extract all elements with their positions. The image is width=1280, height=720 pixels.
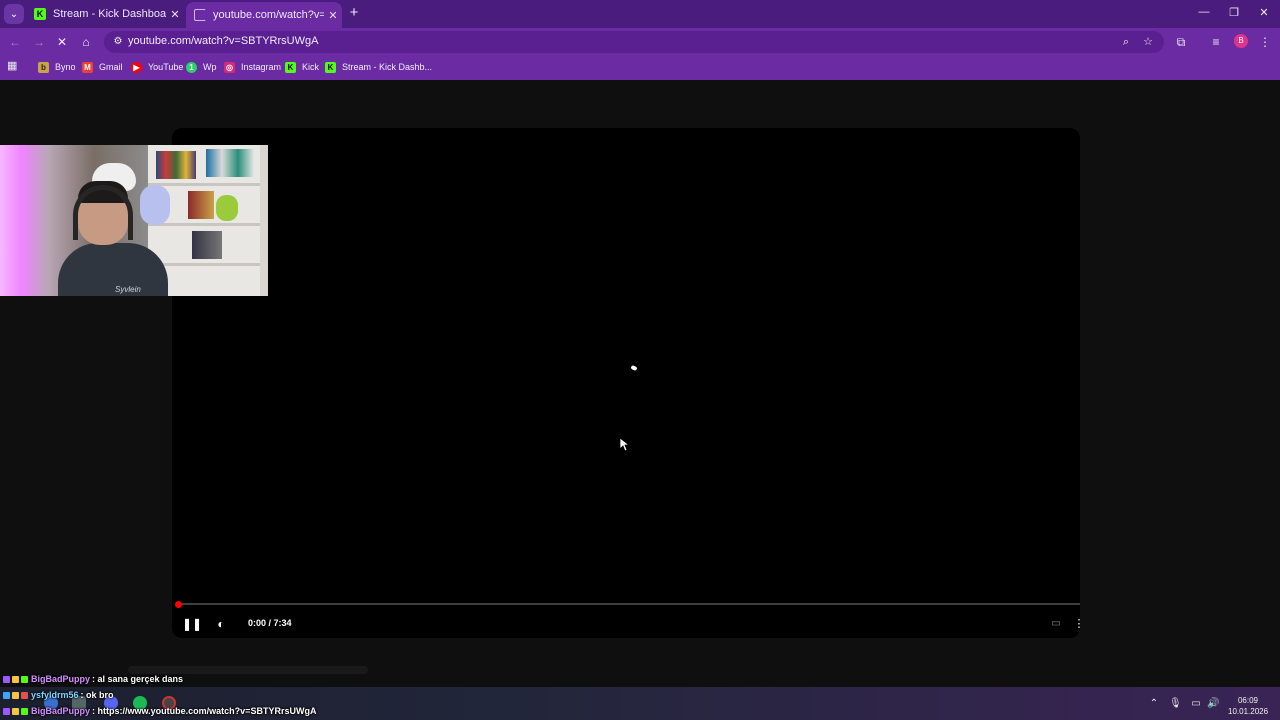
time-display: 0:00 / 7:34	[248, 618, 292, 628]
bookmark-label: Gmail	[99, 62, 123, 72]
chat-text: : al sana gerçek dans	[92, 674, 184, 684]
bookmark-star-icon[interactable]: ☆	[1141, 35, 1155, 49]
microphone-icon[interactable]: 🎙	[1169, 698, 1182, 710]
bookmark-label: YouTube	[148, 62, 184, 72]
bookmark-kick-dashboard[interactable]: K Stream - Kick Dashb...	[325, 60, 432, 74]
chat-text: : ok bro	[80, 690, 114, 700]
chat-username: BigBadPuppy	[31, 674, 91, 684]
stop-loading-icon[interactable]: ✕	[53, 33, 71, 51]
bookmark-whatsapp[interactable]: 1 Wp	[186, 60, 217, 74]
tab-search-button[interactable]: ⌄	[4, 4, 24, 24]
back-icon[interactable]: ←	[6, 33, 24, 51]
home-icon[interactable]: ⌂	[77, 33, 95, 51]
close-tab-icon[interactable]: ✕	[324, 9, 342, 22]
headset	[73, 185, 133, 240]
chat-username: ysfyldrm56	[31, 690, 79, 700]
media-control-icon[interactable]: ≡	[1207, 33, 1225, 51]
restore-icon[interactable]: ❐	[1224, 6, 1244, 19]
url-text[interactable]: youtube.com/watch?v=SBTYRrsUWgA	[128, 35, 318, 47]
taskbar-clock[interactable]: 06:09 10.01.2026	[1228, 695, 1268, 717]
extensions-icon[interactable]: ⧉	[1172, 33, 1190, 51]
subtitles-icon[interactable]: ▭	[1048, 616, 1064, 632]
site-info-icon[interactable]: ⚙	[111, 35, 125, 49]
address-bar[interactable]: ⚙ youtube.com/watch?v=SBTYRrsUWgA ⌕ ☆	[104, 31, 1164, 53]
apps-grid-icon[interactable]: ▦	[7, 60, 19, 72]
shirt-text: Syvlein	[115, 285, 141, 294]
tab-title: Stream - Kick Dashboard	[53, 8, 166, 20]
tab-strip: ⌄ K Stream - Kick Dashboard ✕ youtube.co…	[0, 0, 1280, 28]
chat-message: BigBadPuppy : https://www.youtube.com/wa…	[0, 704, 316, 718]
cactus-toy	[216, 195, 238, 221]
browser-toolbar: ← → ✕ ⌂ ⚙ youtube.com/watch?v=SBTYRrsUWg…	[0, 28, 1280, 56]
video-player[interactable]	[172, 128, 1080, 638]
bookmark-gmail[interactable]: M Gmail	[82, 60, 123, 74]
minimize-icon[interactable]: —	[1194, 6, 1214, 18]
chat-message: BigBadPuppy : al sana gerçek dans	[0, 672, 183, 686]
byno-icon: b	[38, 61, 49, 73]
instagram-icon: ◎	[224, 61, 235, 73]
new-tab-button[interactable]: +	[346, 5, 362, 21]
chat-username: BigBadPuppy	[31, 706, 91, 716]
loading-icon	[194, 9, 206, 21]
bookmark-youtube[interactable]: ▶ YouTube	[131, 60, 183, 74]
bookmark-label: Instagram	[241, 62, 282, 72]
bookmark-instagram[interactable]: ◎ Instagram	[224, 60, 281, 74]
bookmark-label: Wp	[203, 62, 217, 72]
bookmark-kick[interactable]: K Kick	[285, 60, 319, 74]
speaker-icon[interactable]: 🔊	[1207, 698, 1219, 710]
tab-title: youtube.com/watch?v=SBTYRrs	[213, 9, 324, 21]
person-torso	[58, 243, 168, 296]
clock-time: 06:09	[1237, 696, 1259, 705]
bookmarks-bar: ▦ b Byno M Gmail ▶ YouTube 1 Wp ◎ Instag…	[0, 56, 1280, 78]
bookmark-label: Stream - Kick Dashb...	[342, 62, 433, 72]
bookmark-label: Byno	[55, 62, 76, 72]
volume-icon[interactable]: ◐	[213, 616, 229, 632]
webcam-overlay: Syvlein	[0, 145, 268, 296]
tray-overflow-icon[interactable]: ⌃	[1148, 698, 1160, 710]
chat-text: : https://www.youtube.com/watch?v=SBTYRr…	[92, 706, 317, 716]
plush-toy	[140, 185, 170, 225]
whatsapp-icon: 1	[186, 61, 197, 73]
tab-kick-dashboard[interactable]: K Stream - Kick Dashboard ✕	[26, 3, 184, 25]
menu-icon[interactable]: ⋮	[1256, 33, 1274, 51]
kick-icon: K	[325, 61, 336, 73]
pause-icon[interactable]: ❚❚	[182, 616, 202, 632]
chat-badges	[3, 675, 28, 683]
zoom-icon[interactable]: ⌕	[1119, 35, 1133, 49]
close-window-icon[interactable]: ✕	[1254, 6, 1274, 19]
network-icon[interactable]: ▭	[1190, 698, 1202, 710]
chat-message: ysfyldrm56 : ok bro	[0, 688, 114, 702]
close-tab-icon[interactable]: ✕	[166, 8, 184, 21]
settings-more-icon[interactable]: ⋮	[1071, 616, 1087, 632]
clock-date: 10.01.2026	[1228, 707, 1269, 716]
tab-youtube[interactable]: youtube.com/watch?v=SBTYRrs ✕	[186, 2, 342, 28]
bookmark-label: Kick	[302, 62, 320, 72]
bookmark-byno[interactable]: b Byno	[38, 60, 76, 74]
youtube-icon: ▶	[131, 61, 142, 73]
chat-badges	[3, 707, 28, 715]
scrubber-handle[interactable]	[175, 601, 182, 608]
forward-icon[interactable]: →	[30, 33, 48, 51]
kick-icon: K	[34, 8, 46, 20]
profile-avatar[interactable]: B	[1234, 34, 1248, 48]
kick-icon: K	[285, 61, 296, 73]
gmail-icon: M	[82, 61, 93, 73]
chat-badges	[3, 691, 28, 699]
progress-bar[interactable]	[176, 603, 1080, 605]
